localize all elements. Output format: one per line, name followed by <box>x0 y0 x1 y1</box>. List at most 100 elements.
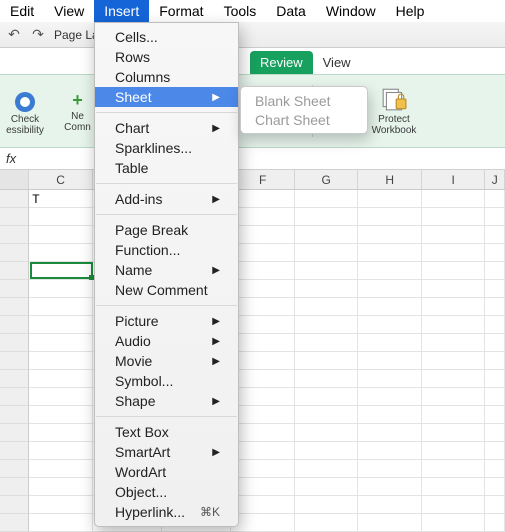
cell[interactable] <box>231 280 294 298</box>
cell[interactable] <box>295 190 358 208</box>
menu-tools[interactable]: Tools <box>214 0 267 22</box>
menu-item-wordart[interactable]: WordArt <box>95 462 238 482</box>
cell[interactable] <box>295 388 358 406</box>
cell[interactable]: T <box>29 190 92 208</box>
menu-item-cells[interactable]: Cells... <box>95 27 238 47</box>
col-h[interactable]: H <box>358 170 421 189</box>
menu-item-text-box[interactable]: Text Box <box>95 422 238 442</box>
menu-item-rows[interactable]: Rows <box>95 47 238 67</box>
cell[interactable] <box>485 226 505 244</box>
cell[interactable] <box>358 388 421 406</box>
col-corner[interactable] <box>0 170 29 189</box>
cell[interactable] <box>29 442 92 460</box>
cell[interactable] <box>295 478 358 496</box>
cell[interactable] <box>29 388 92 406</box>
cell[interactable] <box>29 406 92 424</box>
cell[interactable] <box>231 442 294 460</box>
cell[interactable] <box>358 280 421 298</box>
menu-item-sparklines[interactable]: Sparklines... <box>95 138 238 158</box>
menu-item-symbol[interactable]: Symbol... <box>95 371 238 391</box>
row-header[interactable] <box>0 496 29 514</box>
cell[interactable] <box>231 406 294 424</box>
cell[interactable] <box>29 478 92 496</box>
cell[interactable] <box>485 514 505 532</box>
menu-item-object[interactable]: Object... <box>95 482 238 502</box>
tab-review[interactable]: Review <box>250 51 313 74</box>
cell[interactable] <box>231 316 294 334</box>
row-header[interactable] <box>0 316 29 334</box>
cell[interactable] <box>29 298 92 316</box>
row-header[interactable] <box>0 406 29 424</box>
cell[interactable] <box>295 370 358 388</box>
row-header[interactable] <box>0 460 29 478</box>
cell[interactable] <box>358 496 421 514</box>
cell[interactable] <box>422 280 485 298</box>
row-header[interactable] <box>0 190 29 208</box>
cell[interactable] <box>485 208 505 226</box>
menu-item-addins[interactable]: Add-ins▶ <box>95 189 238 209</box>
menu-item-hyperlink[interactable]: Hyperlink...⌘K <box>95 502 238 522</box>
menu-item-picture[interactable]: Picture▶ <box>95 311 238 331</box>
cell[interactable] <box>29 352 92 370</box>
cell[interactable] <box>485 496 505 514</box>
cell[interactable] <box>29 316 92 334</box>
cell[interactable] <box>358 460 421 478</box>
cell[interactable] <box>231 424 294 442</box>
cell[interactable] <box>29 244 92 262</box>
new-comment-button[interactable]: + Ne Comn <box>60 90 95 133</box>
cell[interactable] <box>358 424 421 442</box>
cell[interactable] <box>295 496 358 514</box>
menu-item-table[interactable]: Table <box>95 158 238 178</box>
row-header[interactable] <box>0 280 29 298</box>
cell[interactable] <box>358 226 421 244</box>
cell[interactable] <box>231 244 294 262</box>
submenu-blank-sheet[interactable]: Blank Sheet <box>241 91 367 110</box>
cell[interactable] <box>358 442 421 460</box>
cell[interactable] <box>231 262 294 280</box>
cell[interactable] <box>358 352 421 370</box>
menu-item-chart[interactable]: Chart▶ <box>95 118 238 138</box>
cell[interactable] <box>295 208 358 226</box>
cell[interactable] <box>358 190 421 208</box>
cell[interactable] <box>422 262 485 280</box>
cell[interactable] <box>485 262 505 280</box>
cell[interactable] <box>485 370 505 388</box>
redo-icon[interactable]: ↷ <box>30 27 46 43</box>
undo-icon[interactable]: ↶ <box>6 27 22 43</box>
cell[interactable] <box>422 208 485 226</box>
row-header[interactable] <box>0 370 29 388</box>
cell[interactable] <box>231 352 294 370</box>
cell[interactable] <box>231 460 294 478</box>
cell[interactable] <box>358 262 421 280</box>
cell[interactable] <box>29 262 92 280</box>
cell[interactable] <box>358 370 421 388</box>
cell[interactable] <box>358 244 421 262</box>
cell[interactable] <box>422 424 485 442</box>
cell[interactable] <box>485 298 505 316</box>
cell[interactable] <box>358 478 421 496</box>
cell[interactable] <box>231 370 294 388</box>
cell[interactable] <box>422 460 485 478</box>
cell[interactable] <box>422 478 485 496</box>
col-c[interactable]: C <box>29 170 92 189</box>
cell[interactable] <box>295 460 358 478</box>
cell[interactable] <box>485 460 505 478</box>
menu-insert[interactable]: Insert <box>94 0 149 22</box>
cell[interactable] <box>358 298 421 316</box>
cell[interactable] <box>422 352 485 370</box>
menu-item-columns[interactable]: Columns <box>95 67 238 87</box>
cell[interactable] <box>422 370 485 388</box>
cell[interactable] <box>29 514 92 532</box>
cell[interactable] <box>29 280 92 298</box>
cell[interactable] <box>295 280 358 298</box>
cell[interactable] <box>358 406 421 424</box>
cell[interactable] <box>295 514 358 532</box>
cell[interactable] <box>295 424 358 442</box>
cell[interactable] <box>485 424 505 442</box>
col-i[interactable]: I <box>422 170 485 189</box>
col-f[interactable]: F <box>231 170 294 189</box>
cell[interactable] <box>231 514 294 532</box>
cell[interactable] <box>231 298 294 316</box>
cell[interactable] <box>358 208 421 226</box>
cell[interactable] <box>295 334 358 352</box>
